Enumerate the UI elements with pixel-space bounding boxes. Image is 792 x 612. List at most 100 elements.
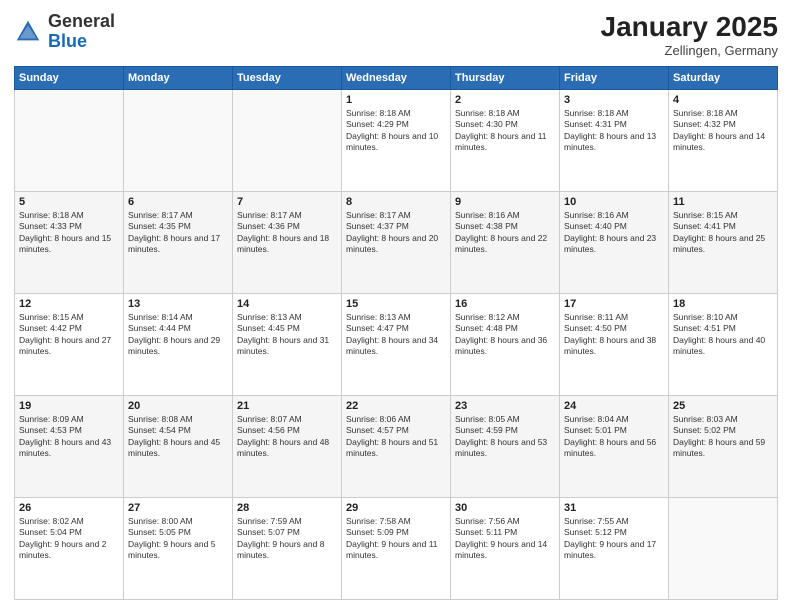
day-number: 1 bbox=[346, 94, 446, 106]
day-cell: 2 Sunrise: 8:18 AM Sunset: 4:30 PM Daylig… bbox=[451, 89, 560, 191]
day-info: Sunrise: 8:12 AM Sunset: 4:48 PM Dayligh… bbox=[455, 312, 555, 358]
day-info: Sunrise: 7:56 AM Sunset: 5:11 PM Dayligh… bbox=[455, 516, 555, 562]
day-number: 5 bbox=[19, 196, 119, 208]
day-info: Sunrise: 8:04 AM Sunset: 5:01 PM Dayligh… bbox=[564, 414, 664, 460]
day-number: 26 bbox=[19, 502, 119, 514]
day-info: Sunrise: 8:18 AM Sunset: 4:30 PM Dayligh… bbox=[455, 108, 555, 154]
week-row-2: 5 Sunrise: 8:18 AM Sunset: 4:33 PM Daylig… bbox=[15, 191, 778, 293]
day-info: Sunrise: 8:13 AM Sunset: 4:47 PM Dayligh… bbox=[346, 312, 446, 358]
day-info: Sunrise: 8:17 AM Sunset: 4:37 PM Dayligh… bbox=[346, 210, 446, 256]
logo: General Blue bbox=[14, 12, 115, 52]
day-info: Sunrise: 8:18 AM Sunset: 4:33 PM Dayligh… bbox=[19, 210, 119, 256]
weekday-header-wednesday: Wednesday bbox=[342, 66, 451, 89]
day-info: Sunrise: 7:58 AM Sunset: 5:09 PM Dayligh… bbox=[346, 516, 446, 562]
weekday-header-saturday: Saturday bbox=[669, 66, 778, 89]
day-number: 28 bbox=[237, 502, 337, 514]
day-info: Sunrise: 8:14 AM Sunset: 4:44 PM Dayligh… bbox=[128, 312, 228, 358]
day-cell: 1 Sunrise: 8:18 AM Sunset: 4:29 PM Daylig… bbox=[342, 89, 451, 191]
day-info: Sunrise: 8:15 AM Sunset: 4:42 PM Dayligh… bbox=[19, 312, 119, 358]
day-cell: 30 Sunrise: 7:56 AM Sunset: 5:11 PM Dayli… bbox=[451, 497, 560, 599]
day-cell: 13Sunrise: 8:14 AM Sunset: 4:44 PM Dayli… bbox=[124, 293, 233, 395]
weekday-header-sunday: Sunday bbox=[15, 66, 124, 89]
calendar-subtitle: Zellingen, Germany bbox=[601, 43, 778, 58]
day-info: Sunrise: 8:08 AM Sunset: 4:54 PM Dayligh… bbox=[128, 414, 228, 460]
day-cell: 29 Sunrise: 7:58 AM Sunset: 5:09 PM Dayli… bbox=[342, 497, 451, 599]
day-info: Sunrise: 8:10 AM Sunset: 4:51 PM Dayligh… bbox=[673, 312, 773, 358]
day-number: 2 bbox=[455, 94, 555, 106]
day-number: 20 bbox=[128, 400, 228, 412]
day-number: 17 bbox=[564, 298, 664, 310]
weekday-header-tuesday: Tuesday bbox=[233, 66, 342, 89]
day-cell bbox=[124, 89, 233, 191]
day-cell: 5 Sunrise: 8:18 AM Sunset: 4:33 PM Daylig… bbox=[15, 191, 124, 293]
day-info: Sunrise: 8:18 AM Sunset: 4:32 PM Dayligh… bbox=[673, 108, 773, 154]
day-info: Sunrise: 8:17 AM Sunset: 4:36 PM Dayligh… bbox=[237, 210, 337, 256]
day-info: Sunrise: 8:03 AM Sunset: 5:02 PM Dayligh… bbox=[673, 414, 773, 460]
day-number: 23 bbox=[455, 400, 555, 412]
logo-text: General Blue bbox=[48, 12, 115, 52]
day-info: Sunrise: 8:02 AM Sunset: 5:04 PM Dayligh… bbox=[19, 516, 119, 562]
day-cell: 22Sunrise: 8:06 AM Sunset: 4:57 PM Dayli… bbox=[342, 395, 451, 497]
day-cell: 31Sunrise: 7:55 AM Sunset: 5:12 PM Dayli… bbox=[560, 497, 669, 599]
weekday-header-row: SundayMondayTuesdayWednesdayThursdayFrid… bbox=[15, 66, 778, 89]
day-number: 18 bbox=[673, 298, 773, 310]
day-number: 9 bbox=[455, 196, 555, 208]
weekday-header-friday: Friday bbox=[560, 66, 669, 89]
day-cell: 3 Sunrise: 8:18 AM Sunset: 4:31 PM Daylig… bbox=[560, 89, 669, 191]
day-cell: 25 Sunrise: 8:03 AM Sunset: 5:02 PM Dayli… bbox=[669, 395, 778, 497]
weekday-header-thursday: Thursday bbox=[451, 66, 560, 89]
week-row-3: 12 Sunrise: 8:15 AM Sunset: 4:42 PM Dayli… bbox=[15, 293, 778, 395]
day-cell: 21 Sunrise: 8:07 AM Sunset: 4:56 PM Dayli… bbox=[233, 395, 342, 497]
day-number: 29 bbox=[346, 502, 446, 514]
day-info: Sunrise: 7:59 AM Sunset: 5:07 PM Dayligh… bbox=[237, 516, 337, 562]
day-info: Sunrise: 8:13 AM Sunset: 4:45 PM Dayligh… bbox=[237, 312, 337, 358]
page: General Blue January 2025 Zellingen, Ger… bbox=[0, 0, 792, 612]
day-number: 10 bbox=[564, 196, 664, 208]
day-cell: 28 Sunrise: 7:59 AM Sunset: 5:07 PM Dayli… bbox=[233, 497, 342, 599]
day-number: 11 bbox=[673, 196, 773, 208]
day-info: Sunrise: 8:18 AM Sunset: 4:29 PM Dayligh… bbox=[346, 108, 446, 154]
week-row-4: 19 Sunrise: 8:09 AM Sunset: 4:53 PM Dayli… bbox=[15, 395, 778, 497]
day-info: Sunrise: 8:05 AM Sunset: 4:59 PM Dayligh… bbox=[455, 414, 555, 460]
day-cell: 27Sunrise: 8:00 AM Sunset: 5:05 PM Dayli… bbox=[124, 497, 233, 599]
logo-blue: Blue bbox=[48, 31, 87, 51]
day-cell: 8 Sunrise: 8:17 AM Sunset: 4:37 PM Daylig… bbox=[342, 191, 451, 293]
week-row-1: 1 Sunrise: 8:18 AM Sunset: 4:29 PM Daylig… bbox=[15, 89, 778, 191]
day-number: 19 bbox=[19, 400, 119, 412]
day-number: 7 bbox=[237, 196, 337, 208]
day-number: 21 bbox=[237, 400, 337, 412]
day-cell: 26 Sunrise: 8:02 AM Sunset: 5:04 PM Dayli… bbox=[15, 497, 124, 599]
weekday-header-monday: Monday bbox=[124, 66, 233, 89]
day-info: Sunrise: 8:15 AM Sunset: 4:41 PM Dayligh… bbox=[673, 210, 773, 256]
day-cell: 23 Sunrise: 8:05 AM Sunset: 4:59 PM Dayli… bbox=[451, 395, 560, 497]
day-number: 27 bbox=[128, 502, 228, 514]
day-info: Sunrise: 8:09 AM Sunset: 4:53 PM Dayligh… bbox=[19, 414, 119, 460]
day-number: 3 bbox=[564, 94, 664, 106]
day-number: 6 bbox=[128, 196, 228, 208]
day-info: Sunrise: 7:55 AM Sunset: 5:12 PM Dayligh… bbox=[564, 516, 664, 562]
day-info: Sunrise: 8:16 AM Sunset: 4:40 PM Dayligh… bbox=[564, 210, 664, 256]
day-number: 12 bbox=[19, 298, 119, 310]
day-cell: 11 Sunrise: 8:15 AM Sunset: 4:41 PM Dayli… bbox=[669, 191, 778, 293]
day-number: 30 bbox=[455, 502, 555, 514]
day-info: Sunrise: 8:18 AM Sunset: 4:31 PM Dayligh… bbox=[564, 108, 664, 154]
day-cell: 6Sunrise: 8:17 AM Sunset: 4:35 PM Daylig… bbox=[124, 191, 233, 293]
day-cell: 19 Sunrise: 8:09 AM Sunset: 4:53 PM Dayli… bbox=[15, 395, 124, 497]
day-info: Sunrise: 8:06 AM Sunset: 4:57 PM Dayligh… bbox=[346, 414, 446, 460]
day-number: 16 bbox=[455, 298, 555, 310]
logo-icon bbox=[14, 18, 42, 46]
day-number: 25 bbox=[673, 400, 773, 412]
week-row-5: 26 Sunrise: 8:02 AM Sunset: 5:04 PM Dayli… bbox=[15, 497, 778, 599]
day-cell: 15 Sunrise: 8:13 AM Sunset: 4:47 PM Dayli… bbox=[342, 293, 451, 395]
day-number: 24 bbox=[564, 400, 664, 412]
day-info: Sunrise: 8:07 AM Sunset: 4:56 PM Dayligh… bbox=[237, 414, 337, 460]
day-cell bbox=[15, 89, 124, 191]
day-cell bbox=[669, 497, 778, 599]
day-number: 8 bbox=[346, 196, 446, 208]
title-area: January 2025 Zellingen, Germany bbox=[601, 12, 778, 58]
day-info: Sunrise: 8:16 AM Sunset: 4:38 PM Dayligh… bbox=[455, 210, 555, 256]
day-cell: 16 Sunrise: 8:12 AM Sunset: 4:48 PM Dayli… bbox=[451, 293, 560, 395]
day-number: 15 bbox=[346, 298, 446, 310]
day-cell: 17Sunrise: 8:11 AM Sunset: 4:50 PM Dayli… bbox=[560, 293, 669, 395]
day-cell: 20 Sunrise: 8:08 AM Sunset: 4:54 PM Dayli… bbox=[124, 395, 233, 497]
